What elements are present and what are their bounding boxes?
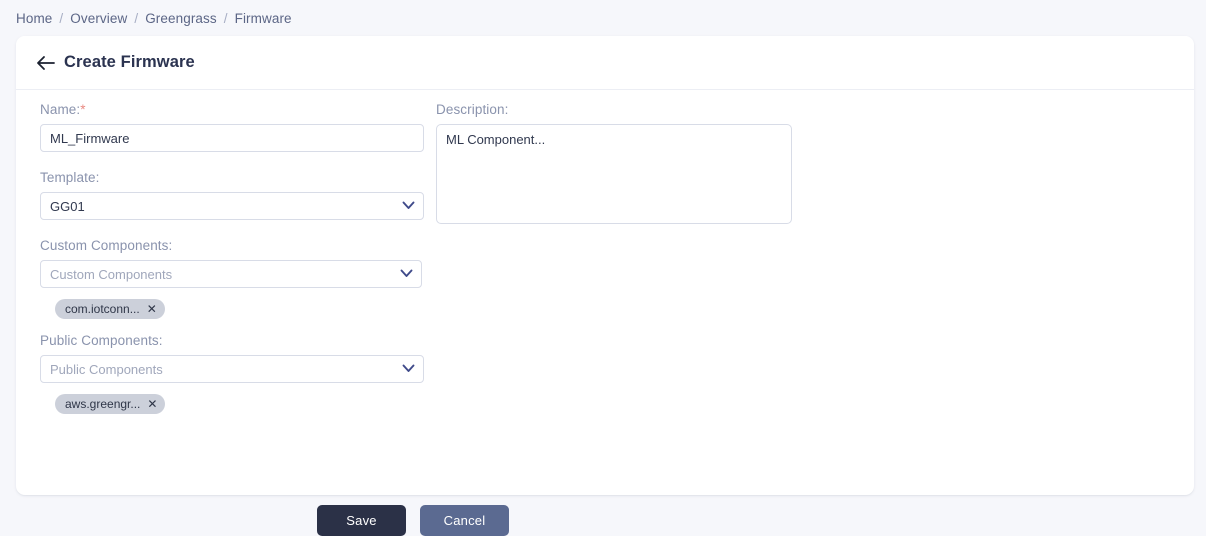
template-select-wrapper: GG01 [40, 192, 424, 220]
description-textarea[interactable] [436, 124, 792, 224]
cancel-button[interactable]: Cancel [420, 505, 509, 536]
template-select-value: GG01 [50, 198, 85, 214]
template-label: Template: [40, 170, 100, 185]
chip-label: com.iotconn... [65, 302, 140, 316]
form-actions: Save Cancel [16, 505, 1194, 536]
public-components-label: Public Components: [40, 333, 163, 348]
description-label: Description: [436, 102, 509, 117]
custom-components-label: Custom Components: [40, 238, 173, 253]
close-icon[interactable]: ✕ [147, 398, 157, 410]
chip-custom-component[interactable]: com.iotconn... ✕ [55, 299, 165, 319]
breadcrumb-item-home[interactable]: Home [16, 11, 52, 26]
required-asterisk: * [80, 102, 86, 117]
page-title: Create Firmware [64, 53, 195, 71]
form-body: Name:* Template: GG01 Custom Components: [16, 90, 1194, 536]
breadcrumb-item-firmware[interactable]: Firmware [235, 11, 292, 26]
public-components-chip-list: aws.greengr... ✕ [40, 394, 424, 414]
custom-components-select[interactable]: Custom Components [40, 260, 422, 288]
custom-components-placeholder: Custom Components [50, 266, 173, 282]
name-label-text: Name: [40, 102, 81, 117]
form-column-right: Description: [436, 102, 792, 224]
public-components-placeholder: Public Components [50, 361, 163, 377]
breadcrumb-separator: / [59, 10, 64, 26]
template-select[interactable]: GG01 [40, 192, 424, 220]
public-components-select-wrapper: Public Components [40, 355, 424, 383]
public-components-select[interactable]: Public Components [40, 355, 424, 383]
name-input[interactable] [40, 124, 424, 152]
breadcrumb-item-overview[interactable]: Overview [70, 11, 127, 26]
create-firmware-card: Create Firmware Name:* Template: GG01 [16, 36, 1194, 536]
breadcrumb-separator: / [134, 10, 139, 26]
form-column-left: Name:* Template: GG01 Custom Components: [40, 102, 424, 414]
save-button[interactable]: Save [317, 505, 406, 536]
breadcrumb: Home / Overview / Greengrass / Firmware [0, 0, 1206, 36]
card-header: Create Firmware [16, 36, 1194, 90]
name-label: Name:* [40, 102, 424, 117]
breadcrumb-separator: / [223, 10, 228, 26]
chip-public-component[interactable]: aws.greengr... ✕ [55, 394, 166, 414]
chip-label: aws.greengr... [65, 397, 141, 411]
close-icon[interactable]: ✕ [147, 303, 157, 315]
breadcrumb-item-greengrass[interactable]: Greengrass [145, 11, 217, 26]
custom-components-chip-list: com.iotconn... ✕ [40, 299, 424, 319]
custom-components-select-wrapper: Custom Components [40, 260, 422, 288]
arrow-left-icon[interactable] [34, 52, 56, 74]
